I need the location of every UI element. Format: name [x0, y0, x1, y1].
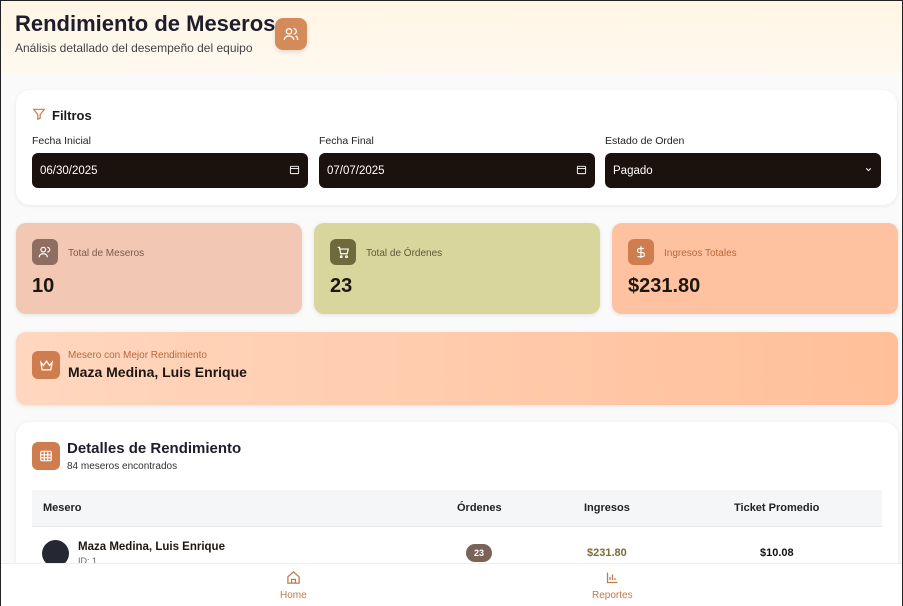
calendar-icon[interactable] — [576, 164, 587, 178]
crown-icon — [32, 351, 60, 379]
bar-chart-icon — [605, 570, 620, 588]
dollar-icon — [628, 239, 654, 265]
fecha-final-input[interactable]: 07/07/2025 — [319, 153, 595, 188]
stat-label: Total de Órdenes — [366, 248, 443, 259]
estado-field: Estado de Orden Pagado — [605, 135, 881, 188]
estado-select[interactable]: Pagado — [605, 153, 881, 188]
fecha-final-value: 07/07/2025 — [327, 164, 385, 177]
fecha-inicial-input[interactable]: 06/30/2025 — [32, 153, 308, 188]
estado-label: Estado de Orden — [605, 135, 685, 147]
estado-value: Pagado — [613, 164, 653, 177]
filters-title: Filtros — [32, 107, 92, 124]
page-header: Rendimiento de Meseros Análisis detallad… — [1, 1, 902, 73]
stat-label: Ingresos Totales — [664, 248, 737, 259]
column-header[interactable]: Ticket Promedio — [734, 502, 819, 514]
fecha-final-label: Fecha Final — [319, 135, 374, 147]
best-waiter-card: Mesero con Mejor Rendimiento Maza Medina… — [16, 332, 898, 405]
stat-value: 23 — [330, 275, 353, 297]
best-waiter-label: Mesero con Mejor Rendimiento — [68, 350, 207, 361]
home-icon — [286, 570, 301, 588]
revenue-value: $231.80 — [587, 547, 627, 559]
column-header[interactable]: Ingresos — [584, 502, 630, 514]
chevron-down-icon — [864, 165, 873, 177]
nav-label: Reportes — [592, 590, 633, 601]
users-icon — [32, 239, 58, 265]
avg-ticket-value: $10.08 — [760, 547, 794, 559]
column-header[interactable]: Mesero — [43, 502, 82, 514]
filters-title-label: Filtros — [52, 108, 92, 123]
calendar-icon[interactable] — [289, 164, 300, 178]
nav-item-home[interactable]: Home — [280, 570, 307, 601]
stat-ingresos-totales: Ingresos Totales $231.80 — [612, 223, 898, 314]
details-count: 84 meseros encontrados — [67, 461, 178, 472]
stat-value: $231.80 — [628, 275, 701, 297]
stat-label: Total de Meseros — [68, 248, 145, 259]
column-header[interactable]: Órdenes — [457, 502, 502, 514]
stat-value: 10 — [32, 275, 55, 297]
stat-total-meseros: Total de Meseros 10 — [16, 223, 302, 314]
page-title: Rendimiento de Meseros — [15, 11, 276, 36]
cart-icon — [330, 239, 356, 265]
filter-icon — [32, 107, 46, 124]
stat-total-ordenes: Total de Órdenes 23 — [314, 223, 600, 314]
nav-item-reportes[interactable]: Reportes — [592, 570, 633, 601]
fecha-inicial-value: 06/30/2025 — [40, 164, 98, 177]
nav-label: Home — [280, 590, 307, 601]
table-icon — [32, 442, 60, 470]
table-header: Mesero Órdenes Ingresos Ticket Promedio — [32, 490, 882, 527]
page-subtitle: Análisis detallado del desempeño del equ… — [15, 41, 253, 55]
fecha-inicial-field: Fecha Inicial 06/30/2025 — [32, 135, 308, 188]
orders-badge: 23 — [466, 544, 492, 562]
fecha-inicial-label: Fecha Inicial — [32, 135, 91, 147]
users-icon — [275, 18, 307, 50]
waiter-name: Maza Medina, Luis Enrique — [78, 541, 225, 553]
filters-card: Filtros Fecha Inicial 06/30/2025 Fecha F… — [16, 90, 897, 205]
fecha-final-field: Fecha Final 07/07/2025 — [319, 135, 595, 188]
bottom-nav: Home Reportes — [1, 563, 902, 606]
details-title: Detalles de Rendimiento — [67, 440, 242, 457]
best-waiter-name: Maza Medina, Luis Enrique — [68, 364, 247, 380]
